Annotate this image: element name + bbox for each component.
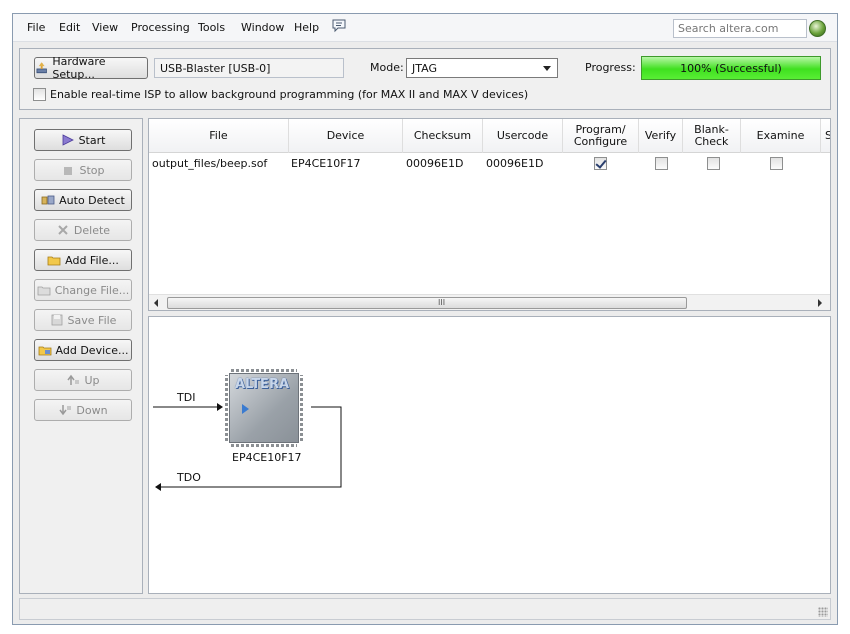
col-security[interactable]: S [821,119,830,153]
down-label: Down [76,403,108,417]
down-button[interactable]: Down [34,399,132,421]
status-bar [19,598,831,620]
up-icon [67,374,80,385]
add-device-button[interactable]: Add Device... [34,339,132,361]
menu-view[interactable]: View [92,21,118,34]
menu-file[interactable]: File [27,21,45,34]
chip-play-icon [242,404,249,414]
programmer-window: File Edit View Processing Tools Window H… [12,13,838,625]
auto-detect-label: Auto Detect [59,193,125,207]
col-program-line2: Configure [573,135,628,148]
up-label: Up [84,373,100,387]
start-button[interactable]: Start [34,129,132,151]
device-chip[interactable]: ALTERA [229,373,299,443]
auto-detect-icon [41,195,55,205]
feedback-icon[interactable] [331,19,347,33]
isp-label: Enable real-time ISP to allow background… [50,88,529,101]
auto-detect-button[interactable]: Auto Detect [34,189,132,211]
add-file-button[interactable]: Add File... [34,249,132,271]
tdo-arrow-icon [155,483,161,491]
save-file-label: Save File [67,313,117,327]
menu-window[interactable]: Window [241,21,284,34]
row-usercode: 00096E1D [486,157,544,170]
stop-button[interactable]: Stop [34,159,132,181]
up-button[interactable]: Up [34,369,132,391]
delete-button[interactable]: Delete [34,219,132,241]
menu-processing[interactable]: Processing [131,21,190,34]
scroll-left-icon[interactable] [154,299,158,307]
progress-label: Progress: [585,61,636,74]
hardware-device-field: USB-Blaster [USB-0] [154,58,344,78]
verify-checkbox[interactable] [655,157,668,170]
delete-label: Delete [73,223,111,237]
hardware-panel: Hardware Setup... USB-Blaster [USB-0] Mo… [19,48,831,110]
table-header: File Device Checksum Usercode Program/ C… [149,119,830,153]
change-file-label: Change File... [54,283,130,297]
chip-pins-left [225,375,228,441]
tdi-arrow-icon [217,403,223,411]
col-usercode[interactable]: Usercode [483,119,563,153]
program-configure-checkbox[interactable] [594,157,607,170]
hardware-icon [36,62,47,74]
chip-device-label: EP4CE10F17 [232,451,302,464]
start-label: Start [78,133,106,147]
col-program-configure[interactable]: Program/ Configure [563,119,639,153]
change-file-button[interactable]: Change File... [34,279,132,301]
stop-icon [64,167,73,175]
save-file-button[interactable]: Save File [34,309,132,331]
chip-pins-top [231,369,297,372]
tdo-label: TDO [177,471,201,484]
col-verify[interactable]: Verify [639,119,683,153]
scroll-right-icon[interactable] [818,299,822,307]
menu-bar: File Edit View Processing Tools Window H… [13,14,837,42]
chip-pins-right [300,375,303,441]
menu-edit[interactable]: Edit [59,21,80,34]
start-icon [62,134,74,146]
row-checksum: 00096E1D [406,157,464,170]
altera-logo: ALTERA [235,377,290,392]
col-blank-line2: Check [694,135,729,148]
add-device-icon [38,346,51,356]
isp-checkbox[interactable] [33,88,46,101]
add-file-label: Add File... [65,253,119,267]
chevron-down-icon [543,66,551,71]
horizontal-scrollbar[interactable]: III [149,294,830,310]
mode-value: JTAG [412,62,437,75]
tdi-label: TDI [177,391,196,404]
device-table: File Device Checksum Usercode Program/ C… [148,118,831,311]
hardware-setup-button[interactable]: Hardware Setup... [34,55,148,81]
add-device-label: Add Device... [55,343,129,357]
down-icon [59,405,72,416]
action-column: Start Stop Auto Detect Delete Add File..… [19,118,143,594]
examine-checkbox[interactable] [770,157,783,170]
window-body: File Edit View Processing Tools Window H… [13,14,837,624]
col-file[interactable]: File [149,119,289,153]
scrollbar-grip: III [438,298,446,307]
col-blank-check[interactable]: Blank- Check [683,119,741,153]
delete-icon [58,225,68,235]
save-file-icon [51,314,62,326]
chip-pins-bottom [231,444,297,447]
stop-label: Stop [79,163,105,177]
menu-tools[interactable]: Tools [198,21,225,34]
globe-icon[interactable] [809,20,826,37]
jtag-chain-panel: TDI TDO ALTERA EP4CE10F17 [148,316,831,594]
menu-help[interactable]: Help [294,21,319,34]
scrollbar-thumb[interactable]: III [167,297,687,309]
row-file: output_files/beep.sof [152,157,268,170]
blank-check-checkbox[interactable] [707,157,720,170]
col-checksum[interactable]: Checksum [403,119,483,153]
row-device: EP4CE10F17 [291,157,361,170]
mode-select[interactable]: JTAG [406,58,558,78]
col-device[interactable]: Device [289,119,403,153]
mode-label: Mode: [370,61,404,74]
search-input[interactable]: Search altera.com [673,19,807,38]
change-file-icon [37,286,51,296]
hardware-setup-label: Hardware Setup... [52,55,106,81]
progress-bar: 100% (Successful) [641,56,821,80]
col-examine[interactable]: Examine [741,119,821,153]
resize-grip-icon[interactable] [818,607,828,617]
add-file-icon [47,256,61,266]
